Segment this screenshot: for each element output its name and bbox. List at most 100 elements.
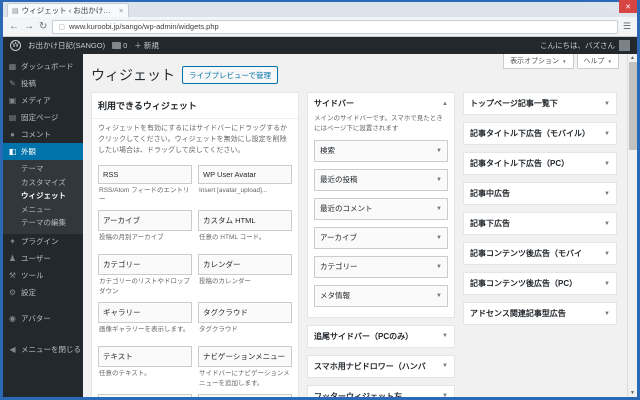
chevron-down-icon[interactable]: ▼	[604, 281, 610, 287]
chevron-up-icon[interactable]: ▲	[442, 101, 448, 107]
ad-area-header[interactable]: 記事コンテンツ後広告（PC） ▼	[464, 273, 616, 294]
sidebar-item-collapse-menu[interactable]: ◀ メニューを閉じる	[3, 342, 83, 359]
ad-area-title: 記事タイトル下広告（モバイル）	[470, 129, 590, 138]
widget-title[interactable]: カスタム HTML	[198, 210, 292, 232]
placed-widget[interactable]: メタ情報 ▼	[314, 284, 448, 307]
tab-title: ウィジェット ‹ お出かけ日記...	[21, 6, 116, 15]
menu-icon[interactable]: ☰	[623, 21, 631, 32]
sidebar-item-avatar[interactable]: ◉ アバター	[3, 311, 83, 328]
ad-area-header[interactable]: 記事タイトル下広告（モバイル） ▼	[464, 123, 616, 144]
widget-title[interactable]: WP User Avatar	[198, 164, 292, 184]
chevron-down-icon[interactable]: ▼	[436, 293, 442, 299]
comments-indicator[interactable]: 0	[112, 41, 127, 50]
sidebar-item-posts[interactable]: ✎ 投稿	[3, 75, 83, 92]
browser-tab[interactable]: ▤ ウィジェット ‹ お出かけ日記... ✕	[7, 3, 129, 17]
sidebar-item-appearance[interactable]: ◧ 外観	[3, 143, 83, 160]
sidebar-item-plugins[interactable]: ✦ プラグイン	[3, 234, 83, 251]
sidebar-item-settings[interactable]: ⚙ 設定	[3, 285, 83, 302]
screen-options-button[interactable]: 表示オプション ▼	[503, 54, 574, 69]
available-widget: テキスト任意のテキスト。	[98, 346, 192, 390]
chevron-down-icon[interactable]: ▼	[436, 177, 442, 183]
sidebar-item-label: メニューを閉じる	[21, 345, 81, 355]
chevron-down-icon[interactable]: ▼	[604, 311, 610, 317]
sidebar-area-header[interactable]: フッターウィジェット左 ▼	[308, 386, 454, 398]
wordpress-logo-icon[interactable]: W	[10, 40, 21, 51]
chevron-down-icon[interactable]: ▼	[436, 264, 442, 270]
ad-area-title: 記事コンテンツ後広告（PC）	[470, 279, 578, 288]
browser-toolbar: ← → ↻ ▢ www.kuroobi.jp/sango/wp-admin/wi…	[3, 17, 637, 37]
widget-title[interactable]: カテゴリー	[98, 254, 192, 276]
sidebar-area-header[interactable]: スマホ用ナビドロワー（ハンバ ▼	[308, 356, 454, 377]
chevron-down-icon[interactable]: ▼	[442, 363, 448, 369]
chevron-down-icon[interactable]: ▼	[436, 235, 442, 241]
howdy-text[interactable]: こんにちは、バズさん	[540, 40, 615, 51]
live-preview-button[interactable]: ライブプレビューで管理	[182, 66, 279, 84]
widget-title[interactable]: メタ情報	[98, 394, 192, 397]
placed-widget[interactable]: 検索 ▼	[314, 139, 448, 162]
scrollbar-thumb[interactable]	[629, 62, 637, 150]
back-icon[interactable]: ←	[9, 21, 19, 32]
refresh-icon[interactable]: ↻	[39, 21, 47, 32]
placed-widget[interactable]: アーカイブ ▼	[314, 226, 448, 249]
placed-widget[interactable]: カテゴリー ▼	[314, 255, 448, 278]
new-content-button[interactable]: ＋ 新規	[134, 40, 159, 51]
ad-area-card: 記事タイトル下広告（モバイル） ▼	[463, 122, 617, 145]
widget-title[interactable]: テキスト	[98, 346, 192, 368]
sidebar-item-tools[interactable]: ⚒ ツール	[3, 268, 83, 285]
help-button[interactable]: ヘルプ ▼	[576, 54, 619, 69]
sidebar-item-comments[interactable]: ● コメント	[3, 126, 83, 143]
sidebar-item-users[interactable]: ♟ ユーザー	[3, 251, 83, 268]
sidebar-subitem[interactable]: テーマ	[3, 162, 83, 176]
page-scrollbar[interactable]: ▲ ▼	[627, 54, 637, 397]
widget-description: 投稿の月別アーカイブ	[99, 234, 164, 242]
ad-area-header[interactable]: 記事中広告 ▼	[464, 183, 616, 204]
widget-title[interactable]: カレンダー	[198, 254, 292, 276]
chevron-down-icon[interactable]: ▼	[604, 191, 610, 197]
ad-area-header[interactable]: トップページ記事一覧下 ▼	[464, 93, 616, 114]
widget-title[interactable]: ギャラリー	[98, 302, 192, 324]
placed-widget[interactable]: 最近の投稿 ▼	[314, 168, 448, 191]
widget-title[interactable]: ナビゲーションメニュー	[198, 346, 292, 368]
sidebar-subitem[interactable]: メニュー	[3, 203, 83, 217]
sidebar-item-media[interactable]: ▣ メディア	[3, 92, 83, 109]
forward-icon[interactable]: →	[24, 21, 34, 32]
chevron-down-icon[interactable]: ▼	[436, 148, 442, 154]
chevron-down-icon[interactable]: ▼	[604, 251, 610, 257]
ad-area-title: 記事中広告	[470, 189, 510, 198]
sidebar-subitem[interactable]: カスタマイズ	[3, 176, 83, 190]
chevron-down-icon[interactable]: ▼	[604, 131, 610, 137]
chevron-down-icon[interactable]: ▼	[442, 333, 448, 339]
placed-widget-title: メタ情報	[320, 291, 350, 300]
window-close-icon[interactable]: ✕	[619, 0, 637, 13]
chevron-down-icon[interactable]: ▼	[442, 393, 448, 397]
maximize-icon[interactable]: ▢	[601, 0, 619, 13]
widget-title[interactable]: タグクラウド	[198, 302, 292, 324]
ad-area-header[interactable]: 記事下広告 ▼	[464, 213, 616, 234]
sidebar-item-dashboard[interactable]: ▦ ダッシュボード	[3, 58, 83, 75]
chevron-down-icon[interactable]: ▼	[436, 206, 442, 212]
sidebar-subitem[interactable]: ウィジェット	[3, 189, 83, 203]
widget-title[interactable]: アーカイブ	[98, 210, 192, 232]
chevron-down-icon[interactable]: ▼	[604, 161, 610, 167]
chevron-down-icon[interactable]: ▼	[604, 221, 610, 227]
widget-title[interactable]: RSS	[98, 164, 192, 184]
widget-description: 任意のテキスト。	[99, 370, 151, 378]
ad-area-header[interactable]: アドセンス関連記事型広告 ▼	[464, 303, 616, 324]
address-bar[interactable]: ▢ www.kuroobi.jp/sango/wp-admin/widgets.…	[52, 19, 618, 34]
scroll-down-icon[interactable]: ▼	[628, 390, 637, 396]
placed-widget[interactable]: 最近のコメント ▼	[314, 197, 448, 220]
ad-area-header[interactable]: 記事コンテンツ後広告（モバイ ▼	[464, 243, 616, 264]
sidebar-area-header[interactable]: サイドバー ▲	[308, 93, 454, 114]
sidebar-item-label: 設定	[21, 288, 36, 298]
ad-area-header[interactable]: 記事タイトル下広告（PC） ▼	[464, 153, 616, 174]
minimize-icon[interactable]: ─	[583, 0, 601, 13]
sidebar-subitem[interactable]: テーマの編集	[3, 216, 83, 230]
available-widgets-title: 利用できるウィジェット	[92, 93, 298, 119]
sidebar-area-header[interactable]: 追尾サイドバー（PCのみ） ▼	[308, 326, 454, 347]
sidebar-item-pages[interactable]: ▤ 固定ページ	[3, 109, 83, 126]
scroll-up-icon[interactable]: ▲	[628, 55, 637, 61]
site-name-link[interactable]: お出かけ日記(SANGO)	[28, 40, 105, 51]
chevron-down-icon[interactable]: ▼	[604, 101, 610, 107]
tab-close-icon[interactable]: ✕	[119, 7, 124, 15]
widget-title[interactable]: 検索	[198, 394, 292, 397]
